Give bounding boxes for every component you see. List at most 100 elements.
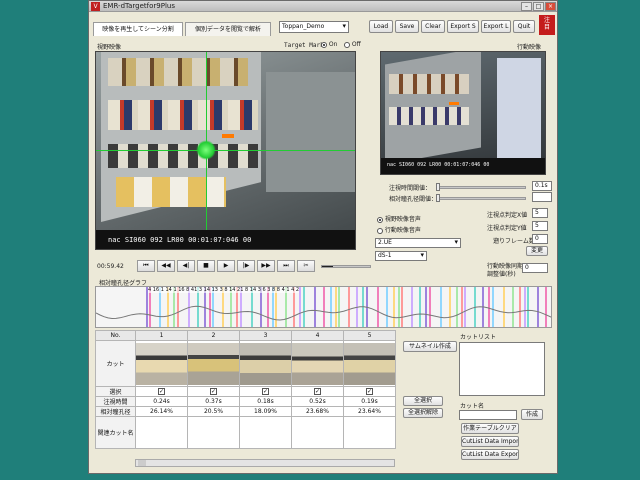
step-back-icon[interactable]: ◀| bbox=[177, 260, 195, 272]
thumbnail-button[interactable]: サムネイル作成 bbox=[403, 341, 457, 352]
behavior-video-title: 行動映像 bbox=[517, 44, 542, 51]
cutlist-box[interactable] bbox=[459, 342, 545, 396]
radio-on-icon bbox=[321, 41, 327, 48]
tab-analyze[interactable]: 個別データを閲覧で解析 bbox=[185, 22, 271, 36]
select-checkbox-4[interactable]: ✓ bbox=[314, 388, 321, 395]
cut-thumbnail-3[interactable] bbox=[239, 340, 292, 387]
cut-name-input[interactable] bbox=[459, 410, 517, 420]
gaze-time-label: 注視時間 bbox=[95, 396, 136, 407]
related-cell[interactable] bbox=[135, 416, 188, 449]
select-checkbox-2[interactable]: ✓ bbox=[210, 388, 217, 395]
quit-button[interactable]: Quit bbox=[513, 20, 535, 33]
stop-icon[interactable]: ■ bbox=[197, 260, 215, 272]
pupil-graph[interactable]: 4 16 1 14 1 16 8 41 3 14 13 3 8 14 21 8 … bbox=[95, 286, 552, 328]
gaze-threshold-label: 注視時間閾値： bbox=[389, 185, 432, 192]
related-cell[interactable] bbox=[343, 416, 396, 449]
export-l-button[interactable]: Export L bbox=[481, 20, 511, 33]
close-icon[interactable]: × bbox=[545, 2, 556, 11]
rewind-icon[interactable]: ◀◀ bbox=[157, 260, 175, 272]
fixation-y-value[interactable]: 5 bbox=[532, 221, 548, 231]
cut-thumbnail-5[interactable] bbox=[343, 340, 396, 387]
fixation-x-label: 注視点判定X値 bbox=[487, 212, 528, 219]
field-video-timecode: nac SI060 092 LR00 00:01:07:046 00 bbox=[108, 236, 252, 244]
fast-forward-icon[interactable]: ▶▶ bbox=[257, 260, 275, 272]
gaze-threshold-value[interactable]: 0.1s bbox=[532, 181, 552, 191]
radio-off-icon bbox=[377, 227, 383, 234]
field-video[interactable]: nac SI060 092 LR00 00:01:07:046 00 bbox=[95, 51, 356, 250]
frame-skip-label: 遡りフレーム数 bbox=[493, 238, 535, 245]
load-button[interactable]: Load bbox=[369, 20, 393, 33]
cutlist-export-button[interactable]: CutList Data Export bbox=[461, 449, 519, 460]
gaze-crosshair-h bbox=[96, 150, 355, 151]
audio-behavior-label: 行動映像音声 bbox=[384, 227, 421, 234]
pupil-threshold-thumb[interactable] bbox=[436, 194, 440, 202]
radio-off-icon bbox=[344, 41, 350, 48]
audio-behavior-option[interactable]: 行動映像音声 bbox=[377, 225, 421, 234]
cut-table: No. 1 2 3 4 5 カット 選択 ✓ ✓ ✓ ✓ ✓ 注視時間 0.24… bbox=[95, 330, 396, 449]
pupil-value: 18.09% bbox=[239, 406, 292, 417]
col-no: 4 bbox=[291, 330, 344, 341]
skip-end-icon[interactable]: ⏭ bbox=[277, 260, 295, 272]
play-icon[interactable]: ▶ bbox=[217, 260, 235, 272]
pupil-threshold-slider[interactable] bbox=[436, 197, 526, 200]
pupil-threshold-value[interactable] bbox=[532, 192, 552, 202]
clear-button[interactable]: Clear bbox=[421, 20, 445, 33]
change-button[interactable]: 変更 bbox=[526, 246, 548, 256]
cutlist-import-button[interactable]: CutList Data Import bbox=[461, 436, 519, 447]
app-icon: V bbox=[91, 2, 100, 11]
no-label: No. bbox=[95, 330, 136, 341]
maximize-icon[interactable]: □ bbox=[533, 2, 544, 11]
export-s-button[interactable]: Export S bbox=[447, 20, 479, 33]
field-video-title: 視野映像 bbox=[97, 44, 122, 51]
table-scrollbar[interactable] bbox=[135, 459, 395, 467]
target-mark-on[interactable]: On bbox=[321, 41, 337, 48]
skip-start-icon[interactable]: ⏮ bbox=[137, 260, 155, 272]
select-checkbox-3[interactable]: ✓ bbox=[262, 388, 269, 395]
corner-logo: 注 目 bbox=[539, 15, 555, 35]
target-mark-off[interactable]: Off bbox=[344, 41, 361, 48]
cut-thumbnail-4[interactable] bbox=[291, 340, 344, 387]
fixation-x-value[interactable]: 5 bbox=[532, 208, 548, 218]
minimize-icon[interactable]: – bbox=[521, 2, 532, 11]
playback-progress[interactable] bbox=[321, 265, 371, 268]
target-on-label: On bbox=[328, 41, 338, 48]
table-row-gaze-time: 注視時間 0.24s 0.37s 0.18s 0.52s 0.19s bbox=[95, 396, 396, 407]
scissors-icon[interactable]: ✂ bbox=[297, 260, 315, 272]
target-mark-label: Target Mark bbox=[284, 42, 324, 49]
table-row-related: 関連カット名 bbox=[95, 416, 396, 449]
cutlist-title: カットリスト bbox=[460, 334, 497, 341]
cut-thumbnail-2[interactable] bbox=[187, 340, 240, 387]
related-cell[interactable] bbox=[187, 416, 240, 449]
cut-thumbnail-1[interactable] bbox=[135, 340, 188, 387]
related-cell[interactable] bbox=[239, 416, 292, 449]
behavior-video[interactable]: nac SI060 092 LR00 00:01:07:046 00 bbox=[380, 51, 546, 175]
audio-field-option[interactable]: 視野映像音声 bbox=[377, 214, 421, 223]
window-title: EMR-dTargetfor9Plus bbox=[103, 2, 175, 10]
create-button[interactable]: 作成 bbox=[521, 409, 543, 420]
sync-value[interactable]: 0 bbox=[522, 263, 548, 273]
pupil-value: 23.64% bbox=[343, 406, 396, 417]
select-checkbox-5[interactable]: ✓ bbox=[366, 388, 373, 395]
gaze-time-value: 0.18s bbox=[239, 396, 292, 407]
select-checkbox-1[interactable]: ✓ bbox=[158, 388, 165, 395]
frame-skip-value[interactable]: 0 bbox=[532, 234, 548, 244]
deselect-all-button[interactable]: 全選択解除 bbox=[403, 408, 443, 418]
step-forward-icon[interactable]: |▶ bbox=[237, 260, 255, 272]
save-button[interactable]: Save bbox=[395, 20, 419, 33]
pupil-label: 相対瞳孔径 bbox=[95, 406, 136, 417]
audio-field-label: 視野映像音声 bbox=[384, 216, 421, 223]
channel-select-1[interactable]: 2.UE bbox=[375, 238, 461, 248]
pupil-curve-svg bbox=[96, 305, 551, 321]
select-all-button[interactable]: 全選択 bbox=[403, 396, 443, 406]
tab-split-scenes[interactable]: 映像を再生してシーン分割 bbox=[93, 22, 183, 36]
project-select[interactable]: Toppan_Demo bbox=[279, 21, 349, 33]
scroll-thumb[interactable] bbox=[138, 460, 146, 466]
clear-table-button[interactable]: 作業テーブルクリア bbox=[461, 423, 519, 434]
cut-name-label: カット名 bbox=[460, 403, 485, 410]
gaze-threshold-thumb[interactable] bbox=[436, 183, 440, 191]
channel-select-2[interactable]: dS-1 bbox=[375, 251, 427, 261]
pupil-threshold-label: 相対瞳孔径閾値： bbox=[389, 196, 438, 203]
gaze-threshold-slider[interactable] bbox=[436, 186, 526, 189]
related-cell[interactable] bbox=[291, 416, 344, 449]
table-row-pupil: 相対瞳孔径 26.14% 20.5% 18.09% 23.68% 23.64% bbox=[95, 406, 396, 417]
